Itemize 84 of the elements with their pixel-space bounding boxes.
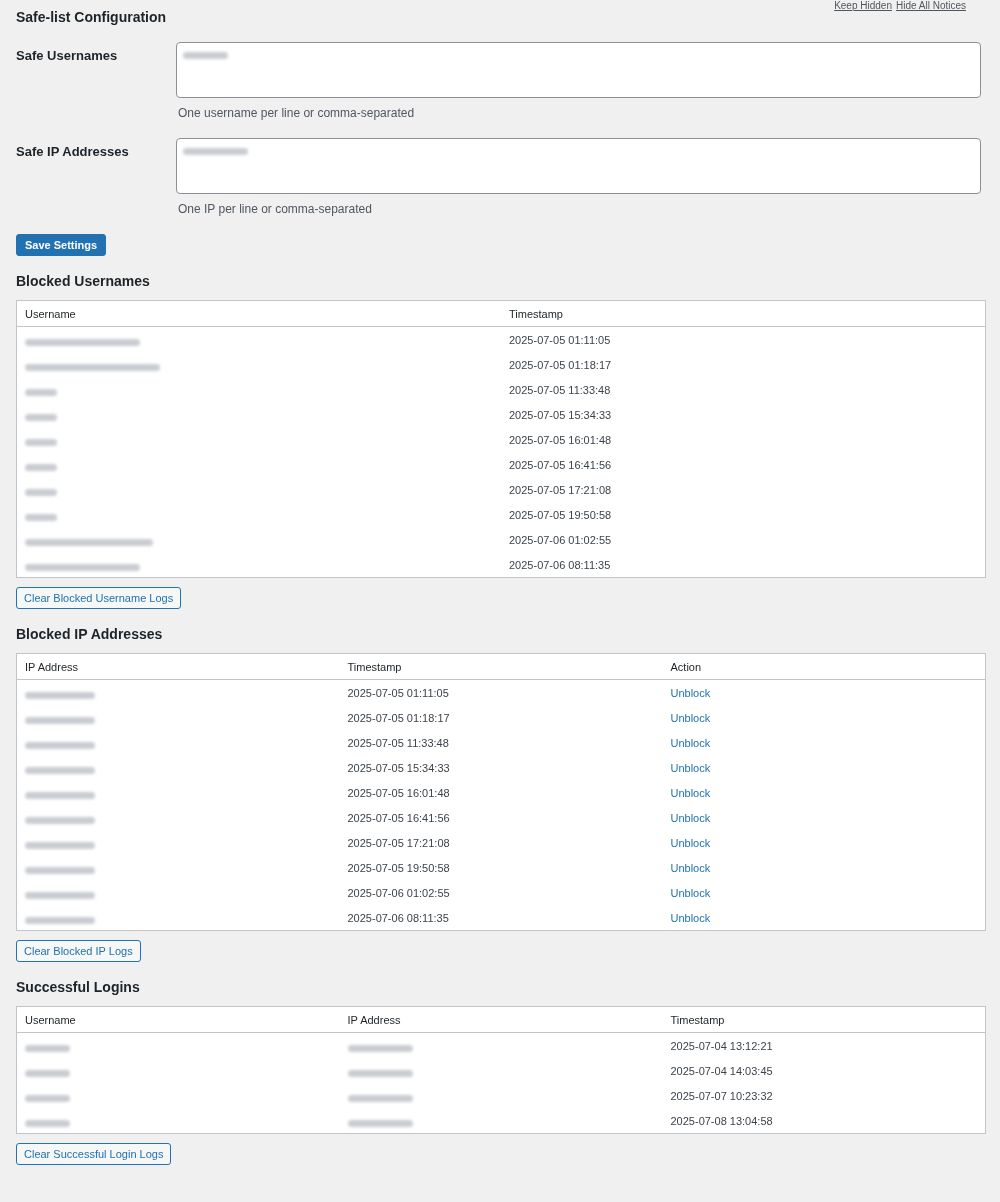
section-title: Blocked IP Addresses <box>16 625 164 643</box>
field-label: Safe Usernames <box>16 47 119 65</box>
redacted-text <box>183 52 228 59</box>
table-cell: 2025-07-08 13:04:58 <box>662 1108 986 1134</box>
table-cell: 2025-07-05 17:21:08 <box>339 830 663 855</box>
textarea-field[interactable] <box>176 138 981 194</box>
unblock-link[interactable]: Unblock <box>670 886 711 899</box>
notice-link[interactable]: Keep Hidden <box>834 0 892 12</box>
redacted-text <box>25 1044 70 1052</box>
table-cell: 2025-07-05 16:41:56 <box>339 805 663 830</box>
redacted-text <box>347 1069 413 1077</box>
redacted-text <box>25 488 57 496</box>
redacted-text <box>25 866 95 874</box>
unblock-link[interactable]: Unblock <box>670 686 711 699</box>
column-header: IP Address <box>339 1006 663 1033</box>
unblock-link[interactable]: Unblock <box>670 786 711 799</box>
field-label: Safe IP Addresses <box>16 143 130 161</box>
table-cell: 2025-07-05 01:18:17 <box>339 705 663 730</box>
table-cell: 2025-07-05 15:34:33 <box>501 402 986 427</box>
column-header: IP Address <box>16 653 340 680</box>
column-header: Timestamp <box>339 653 663 680</box>
column-header: Username <box>16 1006 340 1033</box>
redacted-text <box>183 148 248 155</box>
unblock-link[interactable]: Unblock <box>670 811 711 824</box>
redacted-text <box>25 1119 70 1127</box>
section-title: Blocked Usernames <box>16 272 151 290</box>
table-cell: 2025-07-05 15:34:33 <box>339 755 663 780</box>
redacted-text <box>347 1094 413 1102</box>
table-cell: 2025-07-06 01:02:55 <box>501 527 986 552</box>
redacted-text <box>25 891 95 899</box>
unblock-link[interactable]: Unblock <box>670 861 711 874</box>
table-cell: 2025-07-04 13:12:21 <box>662 1032 986 1058</box>
redacted-text <box>25 438 57 446</box>
redacted-text <box>25 691 95 699</box>
redacted-text <box>25 1069 70 1077</box>
redacted-text <box>25 513 57 521</box>
unblock-link[interactable]: Unblock <box>670 836 711 849</box>
unblock-link[interactable]: Unblock <box>670 736 711 749</box>
table-cell: 2025-07-05 16:41:56 <box>501 452 986 477</box>
table-cell: 2025-07-06 08:11:35 <box>501 552 986 578</box>
field-hint: One username per line or comma-separated <box>178 106 416 120</box>
redacted-text <box>347 1119 413 1127</box>
table-cell: 2025-07-05 16:01:48 <box>501 427 986 452</box>
field-hint: One IP per line or comma-separated <box>178 202 373 216</box>
clear-logs-button[interactable]: Clear Successful Login Logs <box>16 1143 172 1165</box>
table-cell: 2025-07-05 11:33:48 <box>339 730 663 755</box>
table-cell: 2025-07-05 01:11:05 <box>501 326 986 352</box>
redacted-text <box>25 388 57 396</box>
redacted-text <box>25 716 95 724</box>
section-title: Successful Logins <box>16 978 141 996</box>
redacted-text <box>347 1044 413 1052</box>
table-cell: 2025-07-05 16:01:48 <box>339 780 663 805</box>
clear-logs-button[interactable]: Clear Blocked IP Logs <box>16 940 141 962</box>
table-cell: 2025-07-07 10:23:32 <box>662 1083 986 1108</box>
table-cell: 2025-07-06 01:02:55 <box>339 880 663 905</box>
table-cell: 2025-07-05 17:21:08 <box>501 477 986 502</box>
redacted-text <box>25 791 95 799</box>
table-cell: 2025-07-05 19:50:58 <box>501 502 986 527</box>
table-cell: 2025-07-05 19:50:58 <box>339 855 663 880</box>
save-button[interactable]: Save Settings <box>16 234 107 256</box>
redacted-text <box>25 916 95 924</box>
redacted-text <box>25 463 57 471</box>
table-cell: 2025-07-05 11:33:48 <box>501 377 986 402</box>
redacted-text <box>25 841 95 849</box>
table-cell: 2025-07-05 01:11:05 <box>339 679 663 705</box>
section-title: Safe-list Configuration <box>16 8 168 26</box>
table-cell: 2025-07-05 01:18:17 <box>501 352 986 377</box>
redacted-text <box>25 741 95 749</box>
clear-logs-button[interactable]: Clear Blocked Username Logs <box>16 587 182 609</box>
notice-link[interactable]: Hide All Notices <box>895 0 966 12</box>
redacted-text <box>25 766 95 774</box>
unblock-link[interactable]: Unblock <box>670 911 711 924</box>
table-cell: 2025-07-04 14:03:45 <box>662 1058 986 1083</box>
redacted-text <box>25 816 95 824</box>
unblock-link[interactable]: Unblock <box>670 761 711 774</box>
column-header: Action <box>662 653 986 680</box>
redacted-text <box>25 1094 70 1102</box>
table-cell: 2025-07-06 08:11:35 <box>339 905 663 931</box>
redacted-text <box>25 413 57 421</box>
textarea-field[interactable] <box>176 42 981 98</box>
column-header: Timestamp <box>662 1006 986 1033</box>
column-header: Timestamp <box>501 300 986 327</box>
unblock-link[interactable]: Unblock <box>670 711 711 724</box>
column-header: Username <box>16 300 501 327</box>
